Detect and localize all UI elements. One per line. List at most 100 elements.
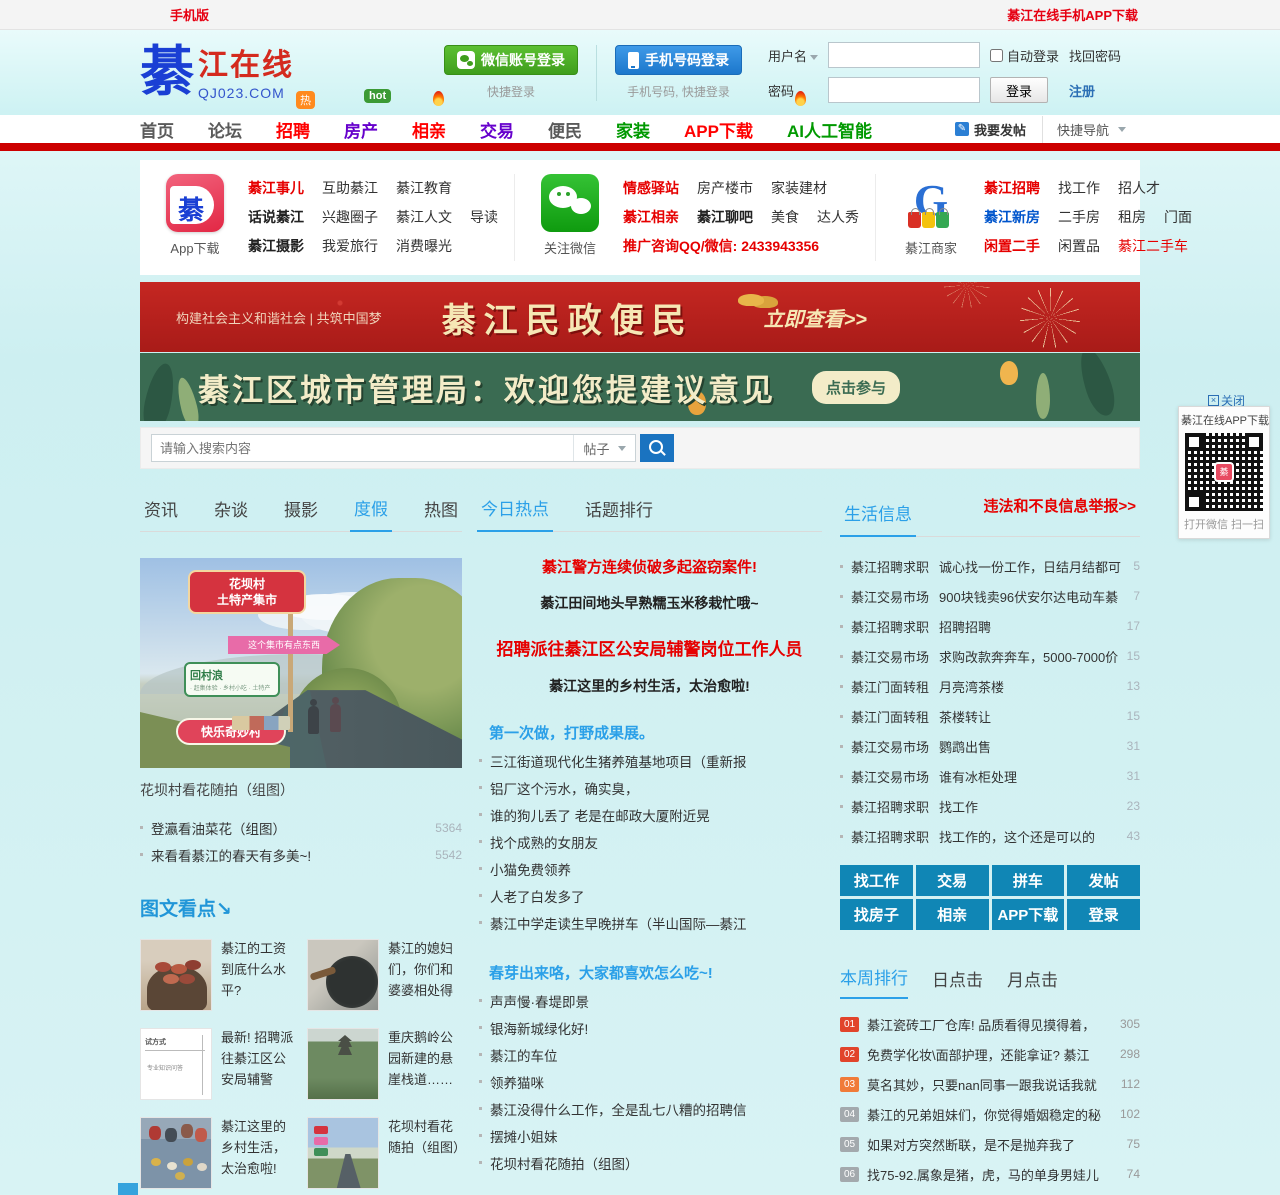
section-title-tuwen[interactable]: 图文看点↘ xyxy=(140,894,462,921)
link-ershoufang[interactable]: 二手房 xyxy=(1058,203,1100,232)
link-daodu[interactable]: 导读 xyxy=(470,203,498,232)
nav-item-realty[interactable]: 房产 xyxy=(344,117,378,142)
link-darenxiu[interactable]: 达人秀 xyxy=(817,203,859,232)
feature-photo[interactable]: 花坝村 土特产集市 这个集市有点东西 回村浪 · 赶集体验 · 乡村小吃 · 土特产… xyxy=(140,558,462,768)
link-qijiang-jiaoyu[interactable]: 綦江教育 xyxy=(396,174,452,203)
headline[interactable]: 招聘派往綦江区公安局辅警岗位工作人员 xyxy=(477,635,822,660)
nav-item-ai[interactable]: AI人工智能 xyxy=(787,117,872,142)
link-huashuo-qijiang[interactable]: 话说綦江 xyxy=(248,203,304,232)
mid-section-title[interactable]: 第一次做，打野成果展。 xyxy=(489,722,822,743)
find-house-button[interactable]: 找房子 xyxy=(840,899,913,930)
life-item[interactable]: 綦江门面转租 茶楼转让 15 xyxy=(840,701,1140,731)
thread-link[interactable]: 领养猫咪 xyxy=(477,1068,822,1095)
list-item[interactable]: 来看看綦江的春天有多美~! 5542 xyxy=(140,841,462,868)
thread-link[interactable]: 小猫免费领养 xyxy=(477,855,822,882)
search-input[interactable] xyxy=(152,435,573,461)
link-huzhu-qijiang[interactable]: 互助綦江 xyxy=(322,174,378,203)
rank-item[interactable]: 01 綦江瓷砖工厂仓库! 品质看得见摸得着， 305 xyxy=(840,1009,1140,1039)
find-password-link[interactable]: 找回密码 xyxy=(1069,46,1121,65)
thread-link[interactable]: 綦江的车位 xyxy=(477,1041,822,1068)
headline[interactable]: 綦江田间地头早熟糯玉米移栽忙哦~ xyxy=(477,593,822,613)
life-item[interactable]: 綦江交易市场 求购改款奔奔车，5000-7000价 15 xyxy=(840,641,1140,671)
wechat-qr-icon[interactable] xyxy=(541,174,599,232)
photo-caption[interactable]: 花坝村看花随拍（组图） xyxy=(140,780,462,800)
nav-item-forum[interactable]: 论坛 xyxy=(208,117,242,142)
wechat-icon-caption[interactable]: 关注微信 xyxy=(531,238,609,257)
link-qijiang-renwen[interactable]: 綦江人文 xyxy=(396,203,452,232)
merchant-icon[interactable]: G xyxy=(902,174,960,232)
app-icon-caption[interactable]: App下载 xyxy=(156,238,234,257)
thread-link[interactable]: 找个成熟的女朋友 xyxy=(477,828,822,855)
login-shortcut-button[interactable]: 登录 xyxy=(1067,899,1140,930)
life-item[interactable]: 綦江交易市场 鹦鹉出售 31 xyxy=(840,731,1140,761)
tab-zatan[interactable]: 杂谈 xyxy=(210,496,252,531)
tab-zixun[interactable]: 资讯 xyxy=(140,496,182,531)
thread-link[interactable]: 綦江中学走读生早晚拼车（半山国际—綦江 xyxy=(477,909,822,936)
nav-item-services[interactable]: 便民 xyxy=(548,117,582,142)
tab-sheying[interactable]: 摄影 xyxy=(280,496,322,531)
search-button[interactable] xyxy=(640,434,674,462)
link-qinggan-yizhan[interactable]: 情感驿站 xyxy=(623,174,679,203)
life-item[interactable]: 綦江招聘求职 找工作 23 xyxy=(840,791,1140,821)
rank-item[interactable]: 03 莫名其妙，只要nan同事一跟我说话我就 112 xyxy=(840,1069,1140,1099)
life-item[interactable]: 綦江招聘求职 找工作的，这个还是可以的 43 xyxy=(840,821,1140,851)
grid-item[interactable]: 綦江的工资到底什么水平? xyxy=(140,939,295,1011)
life-item[interactable]: 綦江门面转租 月亮湾茶楼 13 xyxy=(840,671,1140,701)
password-input[interactable] xyxy=(828,77,981,103)
tab-today-hot[interactable]: 今日热点 xyxy=(477,495,553,532)
site-logo[interactable]: 綦 江在线 QJ023.COM xyxy=(140,45,294,101)
link-xianzhi-ershou[interactable]: 闲置二手 xyxy=(984,232,1040,261)
life-item[interactable]: 綦江交易市场 900块钱卖96伏安尔达电动车綦 7 xyxy=(840,581,1140,611)
phone-login-button[interactable]: 手机号码登录 xyxy=(615,45,742,75)
post-button[interactable]: 发帖 xyxy=(1067,865,1140,896)
city-management-banner[interactable]: 綦江区城市管理局：欢迎您提建议意见 点击参与 xyxy=(140,353,1140,421)
thread-link[interactable]: 谁的狗儿丢了 老是在邮政大厦附近晃 xyxy=(477,801,822,828)
thread-link[interactable]: 花坝村看花随拍（组图） xyxy=(477,1149,822,1176)
link-meishi[interactable]: 美食 xyxy=(771,203,799,232)
link-zufang[interactable]: 租房 xyxy=(1118,203,1146,232)
rank-tab-month[interactable]: 月点击 xyxy=(1007,966,1058,999)
nav-item-decor[interactable]: 家装 xyxy=(616,117,650,142)
headline[interactable]: 綦江警方连续侦破多起盗窃案件! xyxy=(477,556,822,577)
app-download-icon[interactable]: 綦 xyxy=(166,174,224,232)
app-download-button[interactable]: APP下载 xyxy=(991,899,1065,930)
link-xianzhipin[interactable]: 闲置品 xyxy=(1058,232,1100,261)
thread-link[interactable]: 摆摊小姐妹 xyxy=(477,1122,822,1149)
thread-link[interactable]: 人老了白发多了 xyxy=(477,882,822,909)
life-item[interactable]: 綦江交易市场 谁有冰柜处理 31 xyxy=(840,761,1140,791)
thread-link[interactable]: 綦江没得什么工作，全是乱七八糟的招聘信 xyxy=(477,1095,822,1122)
list-item[interactable]: 登瀛看油菜花（组图） 5364 xyxy=(140,814,462,841)
thread-link[interactable]: 声声慢·春堤即景 xyxy=(477,987,822,1014)
thread-link[interactable]: 银海新城绿化好! xyxy=(477,1014,822,1041)
link-qijiang-liaoba[interactable]: 綦江聊吧 xyxy=(697,203,753,232)
link-qijiang-sheying[interactable]: 綦江摄影 xyxy=(248,232,304,261)
rank-tab-day[interactable]: 日点击 xyxy=(932,966,983,999)
post-thread-button[interactable]: ✎ 我要发帖 xyxy=(954,120,1026,139)
link-woai-lvxing[interactable]: 我爱旅行 xyxy=(322,232,378,261)
side-float-tab[interactable] xyxy=(118,1183,138,1195)
rank-item[interactable]: 05 如果对方突然断联，是不是抛弃我了 75 xyxy=(840,1129,1140,1159)
mid-section-title[interactable]: 春芽出来咯，大家都喜欢怎么吃~! xyxy=(489,962,822,983)
username-type-caret[interactable] xyxy=(810,54,819,60)
thread-link[interactable]: 铝厂这个污水，确实臭， xyxy=(477,774,822,801)
nav-item-jobs[interactable]: 招聘 xyxy=(276,117,310,142)
link-qijiang-shier[interactable]: 綦江事儿 xyxy=(248,174,304,203)
grid-item[interactable]: 花坝村看花随拍（组图） xyxy=(307,1117,466,1189)
wechat-login-button[interactable]: 微信账号登录 xyxy=(444,45,578,75)
rank-item[interactable]: 07想发照片找他，又怕他老婆看见72 xyxy=(840,1189,1140,1195)
life-item[interactable]: 綦江招聘求职 诚心找一份工作，日结月结都可 5 xyxy=(840,551,1140,581)
life-item[interactable]: 綦江招聘求职 招聘招聘 17 xyxy=(840,611,1140,641)
register-link[interactable]: 注册 xyxy=(1069,81,1121,100)
search-scope-dropdown[interactable]: 帖子 xyxy=(573,435,635,461)
rank-item[interactable]: 02 免费学化妆\面部护理，还能拿证? 綦江 298 xyxy=(840,1039,1140,1069)
tab-topic-rank[interactable]: 话题排行 xyxy=(581,496,657,531)
report-illegal-link[interactable]: 违法和不良信息举报>> xyxy=(979,495,1140,526)
dating-button[interactable]: 相亲 xyxy=(915,899,989,930)
find-job-button[interactable]: 找工作 xyxy=(840,865,913,896)
headline[interactable]: 綦江这里的乡村生活，太治愈啦! xyxy=(477,676,822,696)
link-qijiang-xinfang[interactable]: 綦江新房 xyxy=(984,203,1040,232)
grid-item[interactable]: 綦江这里的乡村生活，太治愈啦! xyxy=(140,1117,295,1189)
link-jiazhuang-jiancai[interactable]: 家装建材 xyxy=(771,174,827,203)
minzheng-banner[interactable]: 构建社会主义和谐社会 | 共筑中国梦 綦江民政便民 立即查看>> xyxy=(140,282,1140,352)
grid-item[interactable]: 试方式 专业知识问答 最新! 招聘派往綦江区公安局辅警 xyxy=(140,1028,295,1100)
